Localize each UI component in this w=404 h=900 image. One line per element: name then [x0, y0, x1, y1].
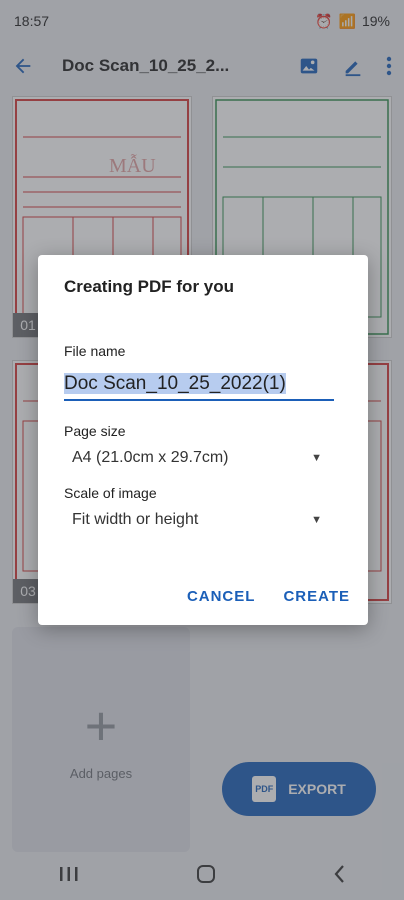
dropdown-arrow-icon: ▼	[311, 452, 322, 464]
dialog-actions: CANCEL CREATE	[187, 588, 350, 605]
file-name-input[interactable]: Doc Scan_10_25_2022(1)	[64, 373, 334, 401]
file-name-label: File name	[64, 343, 126, 359]
scale-dropdown[interactable]: Fit width or height ▼	[64, 511, 322, 529]
scale-label: Scale of image	[64, 485, 157, 501]
create-button[interactable]: CREATE	[283, 588, 350, 605]
cancel-button[interactable]: CANCEL	[187, 588, 256, 605]
page-size-label: Page size	[64, 423, 126, 439]
page-size-dropdown[interactable]: A4 (21.0cm x 29.7cm) ▼	[64, 449, 322, 467]
file-name-value: Doc Scan_10_25_2022(1)	[64, 373, 286, 394]
page-size-value: A4 (21.0cm x 29.7cm)	[72, 449, 229, 466]
scale-value: Fit width or height	[72, 511, 199, 528]
create-pdf-dialog: Creating PDF for you File name Doc Scan_…	[38, 255, 368, 625]
dropdown-arrow-icon: ▼	[311, 514, 322, 526]
dialog-title: Creating PDF for you	[64, 277, 235, 296]
